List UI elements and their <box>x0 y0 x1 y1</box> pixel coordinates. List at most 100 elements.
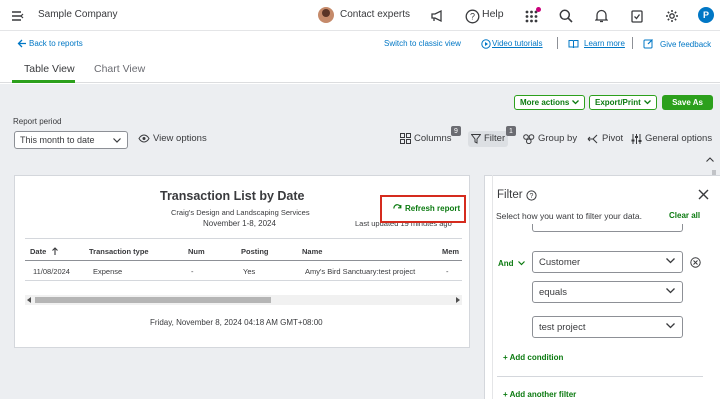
active-tab-indicator <box>12 80 75 83</box>
add-another-filter-link[interactable]: + Add another filter <box>503 390 576 399</box>
horizontal-scrollbar[interactable] <box>25 295 462 305</box>
help-icon[interactable]: ? <box>462 6 482 26</box>
and-label: And <box>498 259 514 268</box>
video-tutorials-link[interactable]: Video tutorials <box>492 39 543 48</box>
back-to-reports-link[interactable]: Back to reports <box>29 39 83 48</box>
filter-field-select[interactable]: Customer <box>532 251 683 273</box>
chevron-down-icon <box>666 288 675 294</box>
filter-button[interactable]: Filter <box>471 133 505 144</box>
feedback-edit-icon <box>643 38 654 49</box>
export-print-button[interactable]: Export/Print <box>589 95 657 110</box>
user-avatar[interactable]: P <box>698 7 714 23</box>
divider <box>557 37 558 49</box>
settings-gear-icon[interactable] <box>662 6 682 26</box>
svg-text:?: ? <box>469 11 474 21</box>
group-by-icon <box>523 133 535 144</box>
book-icon <box>568 39 579 49</box>
search-icon[interactable] <box>556 6 576 26</box>
apps-grid-icon[interactable] <box>521 6 541 26</box>
group-by-label: Group by <box>538 133 578 144</box>
column-header-name[interactable]: Name <box>302 247 322 256</box>
filter-operator-value: equals <box>539 286 567 298</box>
back-arrow-icon[interactable] <box>17 39 27 48</box>
eye-icon <box>138 134 150 143</box>
filter-value: test project <box>539 321 586 333</box>
contact-experts-link[interactable]: Contact experts <box>340 9 410 20</box>
cell-name: Amy's Bird Sanctuary:test project <box>305 267 416 276</box>
add-condition-link[interactable]: + Add condition <box>503 353 563 362</box>
more-actions-label: More actions <box>520 98 570 107</box>
video-play-icon <box>481 39 491 49</box>
refresh-icon[interactable] <box>393 204 402 213</box>
panel-divider <box>497 376 703 377</box>
top-bar: Sample Company Contact experts ? Help P <box>0 0 720 31</box>
scroll-left-icon[interactable] <box>27 297 32 303</box>
pivot-icon <box>587 134 598 143</box>
menu-icon[interactable] <box>8 6 28 26</box>
tasks-clipboard-icon[interactable] <box>627 6 647 26</box>
tab-chart-view[interactable]: Chart View <box>94 63 145 75</box>
columns-grid-icon <box>400 133 411 144</box>
notifications-bell-icon[interactable] <box>591 6 611 26</box>
svg-text:?: ? <box>530 193 534 200</box>
filter-value-select[interactable]: test project <box>532 316 683 338</box>
switch-classic-view-link[interactable]: Switch to classic view <box>384 39 461 48</box>
refresh-report-button[interactable]: Refresh report <box>405 204 460 213</box>
column-header-num[interactable]: Num <box>188 247 205 256</box>
report-period-range: November 1-8, 2024 <box>203 219 276 228</box>
column-header-memo[interactable]: Mem <box>442 247 462 256</box>
column-header-transaction-type[interactable]: Transaction type <box>89 247 149 256</box>
columns-label: Columns <box>414 133 452 144</box>
sort-up-arrow-icon[interactable] <box>52 247 58 255</box>
learn-more-link[interactable]: Learn more <box>584 39 625 48</box>
and-operator-dropdown[interactable]: And <box>498 259 525 268</box>
columns-button[interactable]: Columns <box>400 133 452 144</box>
chevron-down-icon <box>113 138 121 143</box>
column-header-date[interactable]: Date <box>30 247 46 256</box>
cell-transaction-type[interactable]: Expense <box>93 267 122 276</box>
give-feedback-link[interactable]: Give feedback <box>660 40 711 49</box>
group-by-button[interactable]: Group by <box>523 133 577 144</box>
general-options-label: General options <box>645 133 713 144</box>
remove-condition-icon[interactable] <box>690 257 701 268</box>
megaphone-icon[interactable] <box>427 6 447 26</box>
chevron-down-icon <box>643 100 651 105</box>
filter-count-badge: 1 <box>506 126 516 136</box>
chevron-down-icon <box>666 323 675 329</box>
report-title: Transaction List by Date <box>160 189 305 203</box>
more-actions-button[interactable]: More actions <box>514 95 586 110</box>
report-period-select[interactable]: This month to date <box>14 131 128 149</box>
scroll-right-icon[interactable] <box>455 297 460 303</box>
header-divider <box>25 260 462 261</box>
report-footer-timestamp: Friday, November 8, 2024 04:18 AM GMT+08… <box>150 318 323 327</box>
filter-operator-select[interactable]: equals <box>532 281 683 303</box>
report-company: Craig's Design and Landscaping Services <box>171 208 310 217</box>
pivot-button[interactable]: Pivot <box>587 133 623 144</box>
report-period-value: This month to date <box>20 135 95 145</box>
general-options-button[interactable]: General options <box>631 133 712 144</box>
collapse-chevron-icon[interactable] <box>706 157 720 167</box>
chevron-down-icon <box>517 261 525 266</box>
close-icon[interactable] <box>698 189 709 200</box>
filter-panel-title: Filter <box>497 189 523 201</box>
tab-table-view[interactable]: Table View <box>24 63 75 75</box>
clear-all-link[interactable]: Clear all <box>669 211 700 220</box>
company-name[interactable]: Sample Company <box>38 9 117 20</box>
help-icon[interactable]: ? <box>526 190 537 201</box>
export-print-label: Export/Print <box>595 98 641 107</box>
column-header-posting[interactable]: Posting <box>241 247 269 256</box>
expert-avatar[interactable] <box>318 7 334 23</box>
row-divider <box>25 280 462 281</box>
cell-memo: - <box>446 267 449 276</box>
chevron-down-icon <box>572 100 580 105</box>
pivot-label: Pivot <box>602 133 624 144</box>
filter-description: Select how you want to filter your data. <box>496 211 642 221</box>
save-as-button[interactable]: Save As <box>662 95 713 110</box>
view-options-button[interactable]: View options <box>153 133 207 144</box>
help-label[interactable]: Help <box>482 8 504 20</box>
filter-funnel-icon <box>471 133 481 144</box>
chevron-down-icon <box>666 258 675 264</box>
previous-filter-field[interactable] <box>532 224 683 232</box>
scrollbar-thumb[interactable] <box>35 297 271 303</box>
divider <box>632 37 633 49</box>
